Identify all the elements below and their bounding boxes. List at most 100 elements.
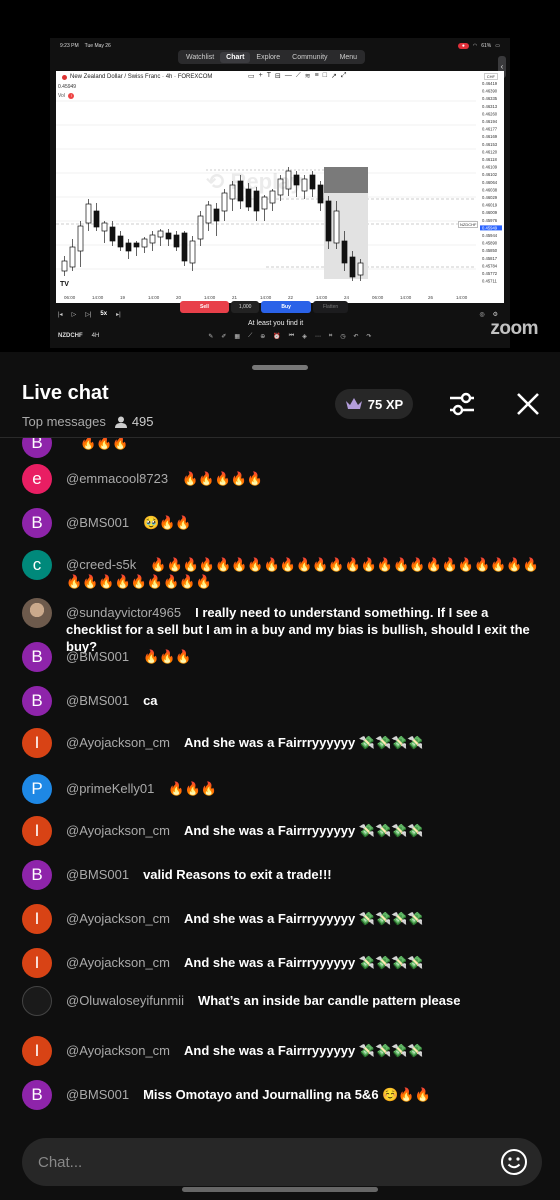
message-author[interactable]: @Ayojackson_cm <box>66 955 170 970</box>
horizontal-line-icon[interactable]: — <box>285 72 292 83</box>
message-author[interactable]: @BMS001 <box>66 867 129 882</box>
chat-filter-icon[interactable] <box>446 388 478 420</box>
text-tool-icon[interactable]: T <box>267 72 271 83</box>
tab-chart[interactable]: Chart <box>220 51 251 63</box>
avatar[interactable] <box>22 986 52 1016</box>
tab-menu[interactable]: Menu <box>334 52 364 63</box>
more-icon[interactable]: ⋯ <box>315 333 321 340</box>
interval-label[interactable]: 4H <box>92 333 100 339</box>
tradingview-logo: TV <box>60 281 69 288</box>
close-icon[interactable] <box>512 388 544 420</box>
message-text: ca <box>143 693 158 708</box>
target-icon[interactable]: ◎ <box>479 311 484 318</box>
chat-message[interactable]: B @BMS001 Miss Omotayo and Journalling na … <box>22 1080 542 1110</box>
chat-message[interactable]: I @Ayojackson_cm And she was a Fairrryyyyy… <box>22 904 542 934</box>
pencil-icon[interactable]: ✎ <box>208 333 213 340</box>
step-forward-icon[interactable]: ▷| <box>85 311 91 318</box>
ruler-tool-icon[interactable]: ⊟ <box>275 72 281 83</box>
message-body: @creed-s5k 🔥🔥🔥🔥🔥🔥🔥🔥🔥🔥🔥🔥🔥🔥🔥🔥🔥🔥🔥🔥🔥🔥🔥🔥🔥🔥🔥🔥🔥🔥… <box>66 550 542 590</box>
chat-input[interactable] <box>38 1138 478 1186</box>
comment-tool-icon[interactable]: ▭ <box>248 72 255 83</box>
avatar[interactable]: I <box>22 948 52 978</box>
avatar[interactable]: P <box>22 774 52 804</box>
message-author[interactable]: @Ayojackson_cm <box>66 1043 170 1058</box>
fib-tool-icon[interactable]: ≡ <box>315 72 319 83</box>
jump-end-icon[interactable]: ▸| <box>116 311 121 318</box>
crosshair-tool-icon[interactable]: + <box>259 72 263 83</box>
message-author[interactable]: @Oluwaloseyifunmii <box>66 993 184 1008</box>
message-author[interactable]: @Ayojackson_cm <box>66 823 170 838</box>
chat-message[interactable]: @Oluwaloseyifunmii What’s an inside bar c… <box>22 986 542 1016</box>
chat-message[interactable]: e @emmacool8723 🔥🔥🔥🔥🔥 <box>22 464 542 494</box>
candle-body <box>181 232 188 262</box>
grid-icon[interactable]: ▦ <box>234 333 240 340</box>
chat-message[interactable]: B @BMS001 valid Reasons to exit a trade!!! <box>22 860 542 890</box>
screenshot-icon[interactable]: ⌗ <box>329 333 332 340</box>
avatar[interactable]: B <box>22 860 52 890</box>
message-author[interactable]: @sundayvictor4965 <box>66 605 181 620</box>
line-tool-icon[interactable]: ⟋ <box>248 333 252 340</box>
avatar[interactable]: e <box>22 464 52 494</box>
play-icon[interactable]: ▷ <box>72 311 77 318</box>
chat-message[interactable]: P @primeKelly01 🔥🔥🔥 <box>22 774 542 804</box>
xp-badge[interactable]: 75 XP <box>335 389 413 419</box>
replay-speed[interactable]: 5x <box>100 311 107 317</box>
avatar[interactable] <box>22 598 52 628</box>
price-chart[interactable]: 0.46419 0.46390 0.46335 0.46313 0.46260 0.461… <box>56 71 504 303</box>
avatar[interactable]: B <box>22 508 52 538</box>
alert-icon[interactable]: ⏰ <box>273 333 280 340</box>
message-author[interactable]: @creed-s5k <box>66 557 136 572</box>
emoji-icon[interactable] <box>500 1148 528 1176</box>
layers-icon[interactable]: ◈ <box>302 333 307 340</box>
settings-icon[interactable]: ⚙ <box>493 311 498 318</box>
chat-mode-selector[interactable]: Top messages 495 <box>22 414 154 429</box>
add-icon[interactable]: ⊕ <box>260 333 265 340</box>
message-author[interactable]: @BMS001 <box>66 1087 129 1102</box>
avatar[interactable]: B <box>22 686 52 716</box>
chat-mode-label[interactable]: Top messages <box>22 414 106 429</box>
avatar[interactable]: B <box>22 642 52 672</box>
message-author[interactable]: @BMS001 <box>66 649 129 664</box>
chat-message[interactable]: c @creed-s5k 🔥🔥🔥🔥🔥🔥🔥🔥🔥🔥🔥🔥🔥🔥🔥🔥🔥🔥🔥🔥🔥🔥🔥🔥🔥🔥🔥🔥🔥… <box>22 550 542 590</box>
redo-icon[interactable]: ↷ <box>367 333 372 340</box>
tab-community[interactable]: Community <box>286 52 333 63</box>
chat-message[interactable]: B 🔥🔥🔥 <box>22 438 542 458</box>
chat-input-box[interactable] <box>22 1138 542 1186</box>
stream-video[interactable]: 9:23 PM Tue May 26 ● ◠ 61% ▭ Watchlist C… <box>0 0 560 352</box>
panel-drag-handle[interactable] <box>252 365 308 370</box>
chat-message[interactable]: B @BMS001 🔥🔥🔥 <box>22 642 542 672</box>
message-author[interactable]: @BMS001 <box>66 693 129 708</box>
brush-icon[interactable]: ✐ <box>221 333 226 340</box>
chat-message[interactable]: B @BMS001 🥹🔥🔥 <box>22 508 542 538</box>
message-author[interactable]: @Ayojackson_cm <box>66 911 170 926</box>
avatar[interactable]: I <box>22 728 52 758</box>
message-author[interactable]: @primeKelly01 <box>66 781 154 796</box>
jump-start-icon[interactable]: |◂ <box>58 311 63 318</box>
symbol-label[interactable]: NZDCHF <box>58 333 83 339</box>
undo-icon[interactable]: ↶ <box>353 333 358 340</box>
chat-message[interactable]: I @Ayojackson_cm And she was a Fairrryyyyy… <box>22 948 542 978</box>
rectangle-tool-icon[interactable]: □ <box>323 72 327 83</box>
chat-message-list[interactable]: B 🔥🔥🔥 e @emmacool8723 🔥🔥🔥🔥🔥 B @BMS001 🥹🔥🔥 c @cree… <box>0 438 560 1118</box>
message-author[interactable]: @Ayojackson_cm <box>66 735 170 750</box>
avatar[interactable]: I <box>22 816 52 846</box>
avatar[interactable]: B <box>22 438 52 458</box>
avatar[interactable]: B <box>22 1080 52 1110</box>
trend-line-icon[interactable]: ⟋ <box>296 72 301 83</box>
chat-message[interactable]: I @Ayojackson_cm And she was a Fairrryyyyy… <box>22 816 542 846</box>
chat-message[interactable]: I @Ayojackson_cm And she was a Fairrryyyyy… <box>22 1036 542 1066</box>
avatar[interactable]: I <box>22 904 52 934</box>
timer-icon[interactable]: ◷ <box>340 333 345 340</box>
avatar[interactable]: c <box>22 550 52 580</box>
message-author[interactable]: @BMS001 <box>66 515 129 530</box>
chat-message[interactable]: B @BMS001 ca <box>22 686 542 716</box>
tab-explore[interactable]: Explore <box>250 52 286 63</box>
tab-watchlist[interactable]: Watchlist <box>180 52 220 63</box>
rewind-icon[interactable]: ⏮ <box>289 333 294 340</box>
arrow-tool-icon[interactable]: ↗ <box>331 72 337 83</box>
chat-message[interactable]: I @Ayojackson_cm And she was a Fairrryyyyy… <box>22 728 542 758</box>
message-author[interactable]: @emmacool8723 <box>66 471 168 486</box>
avatar[interactable]: I <box>22 1036 52 1066</box>
expand-icon[interactable]: ⤢ <box>341 72 347 83</box>
pattern-tool-icon[interactable]: ≋ <box>305 72 311 83</box>
